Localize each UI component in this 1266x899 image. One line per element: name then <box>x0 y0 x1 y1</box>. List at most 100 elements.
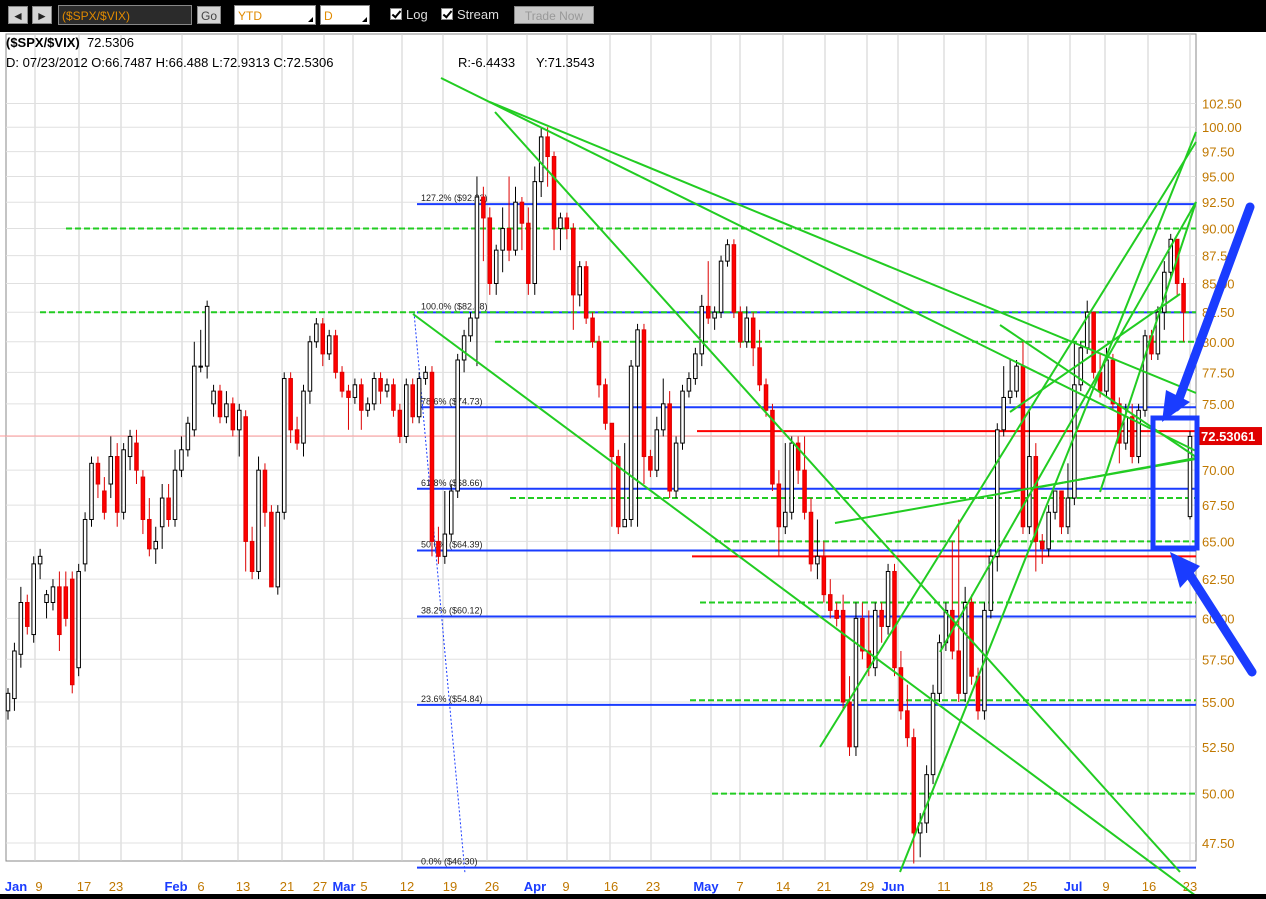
candle-down[interactable] <box>378 378 383 392</box>
candle-down[interactable] <box>147 518 152 550</box>
candle-up[interactable] <box>153 540 159 550</box>
candle-down[interactable] <box>166 497 171 520</box>
candle-up[interactable] <box>307 341 313 392</box>
candle-up[interactable] <box>1007 390 1013 398</box>
go-button[interactable]: Go <box>197 6 221 24</box>
candle-up[interactable] <box>513 201 518 251</box>
candle-up[interactable] <box>448 490 454 535</box>
candle-up[interactable] <box>962 601 968 694</box>
candle-down[interactable] <box>641 329 647 458</box>
candle-up[interactable] <box>108 456 114 485</box>
candle-up[interactable] <box>224 403 229 418</box>
candle-up[interactable] <box>558 217 563 230</box>
candle-up[interactable] <box>500 228 505 251</box>
candle-up[interactable] <box>365 403 371 411</box>
candle-down[interactable] <box>346 390 351 398</box>
candle-down[interactable] <box>114 456 120 513</box>
prev-button[interactable]: ◄ <box>8 6 28 24</box>
candle-up[interactable] <box>198 365 203 368</box>
candle-down[interactable] <box>905 710 910 739</box>
candle-down[interactable] <box>667 403 672 492</box>
candle-up[interactable] <box>1001 396 1006 431</box>
candle-down[interactable] <box>25 601 30 627</box>
candle-down[interactable] <box>397 409 403 437</box>
candle-up[interactable] <box>654 429 660 471</box>
candle-down[interactable] <box>545 136 550 158</box>
candle-down[interactable] <box>288 378 293 431</box>
candle-up[interactable] <box>416 378 422 418</box>
candle-down[interactable] <box>69 578 75 686</box>
candle-down[interactable] <box>898 667 904 712</box>
candle-down[interactable] <box>776 483 782 528</box>
candle-down[interactable] <box>134 442 139 471</box>
candle-up[interactable] <box>256 469 261 572</box>
candle-up[interactable] <box>628 365 634 520</box>
candle-up[interactable] <box>1014 365 1019 392</box>
candle-up[interactable] <box>179 449 184 471</box>
candle-down[interactable] <box>487 217 493 284</box>
candle-up[interactable] <box>89 462 94 520</box>
candle-down[interactable] <box>763 384 769 411</box>
candle-up[interactable] <box>18 601 24 655</box>
candle-down[interactable] <box>519 201 525 224</box>
candle-up[interactable] <box>474 196 480 319</box>
candle-up[interactable] <box>1052 490 1058 513</box>
candle-up[interactable] <box>468 317 473 337</box>
candle-down[interactable] <box>802 469 807 513</box>
candle-down[interactable] <box>648 456 653 471</box>
candle-up[interactable] <box>635 329 640 367</box>
candle-up[interactable] <box>192 365 197 431</box>
candle-up[interactable] <box>281 378 287 513</box>
candle-down[interactable] <box>57 586 62 636</box>
candle-down[interactable] <box>596 341 602 386</box>
candle-up[interactable] <box>853 617 859 748</box>
candle-down[interactable] <box>879 609 884 627</box>
candle-up[interactable] <box>204 305 210 367</box>
candle-down[interactable] <box>705 305 711 319</box>
candle-up[interactable] <box>660 403 666 431</box>
candle-down[interactable] <box>140 476 146 520</box>
candle-up[interactable] <box>815 555 820 565</box>
candle-down[interactable] <box>481 196 486 219</box>
candle-down[interactable] <box>269 511 274 588</box>
candle-down[interactable] <box>827 594 833 611</box>
candle-up[interactable] <box>461 335 467 361</box>
interval-select[interactable]: D <box>320 5 370 25</box>
log-checkbox[interactable] <box>390 8 402 20</box>
candle-up[interactable] <box>314 323 319 343</box>
candle-up[interactable] <box>211 390 216 405</box>
candle-up[interactable] <box>185 422 191 451</box>
candle-up[interactable] <box>31 563 36 636</box>
candle-up[interactable] <box>301 390 306 444</box>
candle-down[interactable] <box>834 609 839 619</box>
candle-down[interactable] <box>892 570 897 669</box>
candle-down[interactable] <box>609 422 615 458</box>
candle-up[interactable] <box>275 511 281 588</box>
candle-up[interactable] <box>44 594 49 603</box>
candle-up[interactable] <box>121 449 126 513</box>
candle-up[interactable] <box>622 518 627 528</box>
candle-down[interactable] <box>1059 490 1064 528</box>
candle-down[interactable] <box>840 609 846 703</box>
candle-up[interactable] <box>699 305 705 355</box>
candle-up[interactable] <box>783 511 788 528</box>
candle-up[interactable] <box>352 384 358 398</box>
candle-down[interactable] <box>750 317 756 349</box>
stream-checkbox[interactable] <box>441 8 453 20</box>
candle-up[interactable] <box>885 570 891 627</box>
candle-up[interactable] <box>1065 497 1071 528</box>
candle-down[interactable] <box>808 511 814 565</box>
candle-down[interactable] <box>95 462 101 485</box>
candle-down[interactable] <box>429 371 435 542</box>
candle-down[interactable] <box>333 335 338 373</box>
candle-up[interactable] <box>930 692 936 776</box>
candle-down[interactable] <box>1181 282 1186 313</box>
candle-down[interactable] <box>391 384 396 411</box>
candle-down[interactable] <box>359 384 364 411</box>
candle-down[interactable] <box>217 390 223 418</box>
candle-up[interactable] <box>423 371 428 380</box>
candle-up[interactable] <box>1046 511 1051 550</box>
candle-down[interactable] <box>436 540 441 557</box>
candle-down[interactable] <box>738 311 743 343</box>
candle-up[interactable] <box>236 409 242 431</box>
